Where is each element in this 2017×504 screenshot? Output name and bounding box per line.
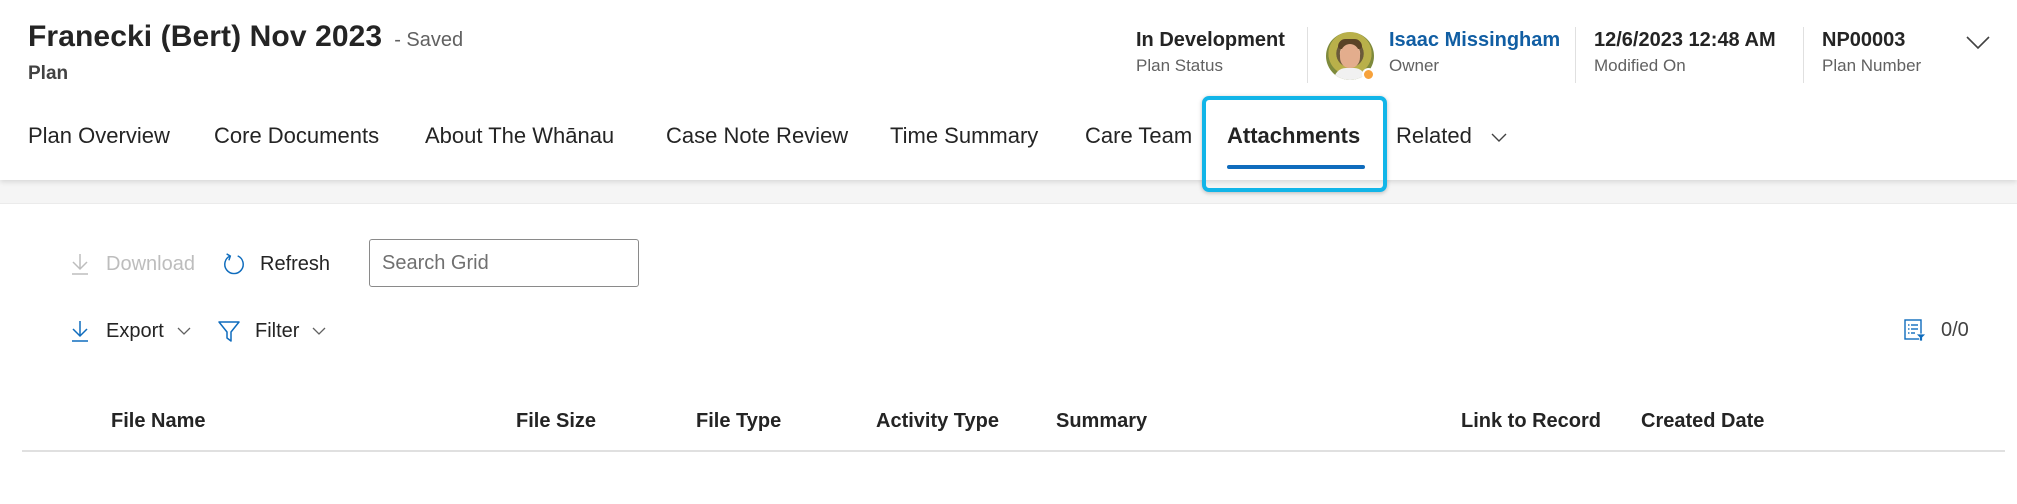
chevron-down-icon xyxy=(311,326,327,336)
download-label: Download xyxy=(106,252,195,275)
plan-number-value: NP00003 xyxy=(1822,29,1906,51)
filtered-list-icon xyxy=(1903,318,1927,342)
column-header-link-to-record[interactable]: Link to Record xyxy=(1461,410,1601,433)
modified-on-label: Modified On xyxy=(1594,56,1686,75)
chevron-down-icon xyxy=(1966,36,1990,50)
refresh-icon xyxy=(222,252,246,276)
chevron-down-icon xyxy=(1491,133,1507,143)
download-icon xyxy=(68,252,92,276)
refresh-label: Refresh xyxy=(260,252,331,275)
search-grid-input[interactable] xyxy=(369,239,639,287)
record-title: Franecki (Bert) Nov 2023 xyxy=(28,20,383,53)
tab-related-label: Related xyxy=(1396,123,1472,148)
field-divider xyxy=(1575,27,1576,83)
record-count: 0/0 xyxy=(1903,318,1969,342)
column-header-file-size[interactable]: File Size xyxy=(516,410,596,433)
filter-button[interactable]: Filter xyxy=(217,319,327,343)
download-button[interactable]: Download xyxy=(68,252,195,276)
column-header-activity-type[interactable]: Activity Type xyxy=(876,410,999,433)
column-header-summary[interactable]: Summary xyxy=(1056,410,1147,433)
chevron-down-icon xyxy=(176,326,192,336)
owner-field: Isaac Missingham Owner xyxy=(1389,26,1560,84)
export-icon xyxy=(68,319,92,343)
presence-away-icon xyxy=(1362,68,1375,81)
column-header-file-type[interactable]: File Type xyxy=(696,410,781,433)
record-count-value: 0/0 xyxy=(1941,318,1969,341)
plan-status-field: In Development Plan Status xyxy=(1136,26,1285,84)
tab-time-summary[interactable]: Time Summary xyxy=(890,116,1038,156)
column-header-created-date[interactable]: Created Date xyxy=(1641,410,1764,433)
active-tab-indicator xyxy=(1227,165,1365,169)
owner-label: Owner xyxy=(1389,56,1440,75)
tab-attachments[interactable]: Attachments xyxy=(1227,116,1360,156)
field-divider xyxy=(1307,27,1308,83)
filter-label: Filter xyxy=(255,319,300,342)
header-expand-button[interactable] xyxy=(1964,30,1992,54)
column-header-file-name[interactable]: File Name xyxy=(111,410,205,433)
title-row: Franecki (Bert) Nov 2023 - Saved xyxy=(28,20,463,54)
tab-about-the-whanau[interactable]: About The Whānau xyxy=(425,116,614,156)
entity-type-label: Plan xyxy=(28,63,69,84)
field-divider xyxy=(1803,27,1804,83)
tab-case-note-review[interactable]: Case Note Review xyxy=(666,116,848,156)
tab-care-team[interactable]: Care Team xyxy=(1085,116,1192,156)
tab-core-documents[interactable]: Core Documents xyxy=(214,116,379,156)
modified-on-field: 12/6/2023 12:48 AM Modified On xyxy=(1594,26,1776,84)
plan-status-label: Plan Status xyxy=(1136,56,1223,75)
grid-header-row: File Name File Size File Type Activity T… xyxy=(22,400,2005,452)
modified-on-value: 12/6/2023 12:48 AM xyxy=(1594,29,1776,51)
export-button[interactable]: Export xyxy=(68,319,192,343)
section-separator xyxy=(0,180,2017,204)
plan-status-value: In Development xyxy=(1136,29,1285,51)
record-header: Franecki (Bert) Nov 2023 - Saved Plan In… xyxy=(0,0,2017,180)
tab-related[interactable]: Related xyxy=(1396,116,1508,156)
owner-link[interactable]: Isaac Missingham xyxy=(1389,26,1560,54)
filter-icon xyxy=(217,319,241,343)
plan-number-field: NP00003 Plan Number xyxy=(1822,26,1921,84)
plan-number-label: Plan Number xyxy=(1822,56,1922,75)
tab-plan-overview[interactable]: Plan Overview xyxy=(28,116,170,156)
export-label: Export xyxy=(106,319,164,342)
refresh-button[interactable]: Refresh xyxy=(222,252,330,276)
save-status: - Saved xyxy=(394,29,464,51)
